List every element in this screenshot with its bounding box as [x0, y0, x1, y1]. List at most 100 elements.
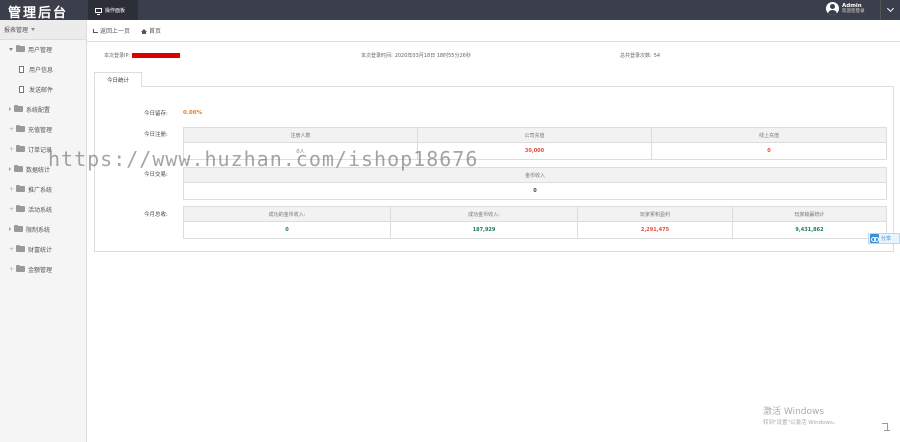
register-value: 0	[767, 148, 771, 154]
trade-value: 0	[533, 188, 537, 194]
folder-icon	[14, 164, 23, 172]
rate-value: 0.00%	[183, 110, 203, 116]
brand-logo: 管理后台	[8, 6, 69, 21]
sidebar-item-label: 推广系统	[28, 186, 53, 194]
folder-icon	[16, 244, 25, 252]
sidebar-item-label: 用户信息	[29, 66, 54, 74]
document-icon	[19, 85, 24, 93]
trade-label: 今日交易:	[144, 172, 168, 178]
month-header: 成功的金币收入:	[184, 207, 390, 222]
sidebar-item-system-config[interactable]: 系统配置	[0, 100, 86, 118]
sidebar-item-promotion[interactable]: + 推广系统	[0, 180, 86, 198]
caret-down-icon	[9, 47, 13, 51]
folder-icon	[16, 184, 25, 192]
monitor-icon	[95, 7, 102, 15]
rate-label: 今日留存:	[144, 111, 168, 117]
caret-down-icon	[31, 28, 36, 31]
sidebar-item-recharge[interactable]: + 充值管理	[0, 120, 86, 138]
document-icon	[19, 65, 24, 73]
sidebar: 报表管理 用户管理 用户信息 发送邮件 系统配置 + 充值管理 + 订单记录 数…	[0, 20, 87, 442]
share-button[interactable]: 分享	[868, 233, 900, 244]
back-link[interactable]: 返回上一页	[93, 26, 130, 35]
breadcrumb: 返回上一页 首页	[87, 20, 900, 42]
plus-icon: +	[9, 205, 15, 213]
month-header: 玩家累积盈利	[578, 207, 732, 222]
sidebar-item-label: 发送邮件	[29, 86, 54, 94]
folder-icon	[16, 264, 25, 272]
watermark-text: https://www.huzhan.com/ishop18676	[48, 147, 479, 171]
sidebar-item-wealth[interactable]: + 财富统计	[0, 240, 86, 258]
sidebar-item-label: 系统配置	[26, 106, 51, 114]
user-menu[interactable]: Admin 欢迎您登录	[826, 2, 865, 15]
sidebar-item-restriction[interactable]: 限制系统	[0, 220, 86, 238]
folder-icon	[16, 124, 25, 132]
windows-activation-notice: 激活 Windows 转到"设置"以激活 Windows。	[763, 407, 838, 429]
nav-tab-dashboard[interactable]: 操作面板	[88, 0, 138, 20]
month-value: 9,431,862	[795, 227, 824, 233]
sidebar-item-label: 用户管理	[28, 46, 53, 54]
chevron-down-icon	[886, 4, 895, 13]
plus-icon: +	[9, 245, 15, 253]
sidebar-item-label: 数据统计	[26, 166, 51, 174]
share-icon	[870, 234, 879, 243]
home-link[interactable]: 首页	[141, 26, 161, 35]
home-icon	[141, 29, 148, 34]
register-header: 注册人数	[184, 128, 417, 143]
top-bar: 管理后台 操作面板 Admin 欢迎您登录	[0, 0, 900, 21]
sidebar-item-send-mail[interactable]: 发送邮件	[0, 80, 86, 98]
month-value: 187,929	[472, 227, 496, 233]
sidebar-head-label: 报表管理	[4, 27, 29, 34]
sidebar-item-label: 活动系统	[28, 206, 53, 214]
resize-corner-icon	[882, 423, 890, 431]
trade-grid: 金币收入 0	[183, 167, 887, 200]
sidebar-item-label: 限制系统	[26, 226, 51, 234]
month-grid: 成功的金币收入: 0 成功金币收入: 187,929 玩家累积盈利 2,291,…	[183, 206, 887, 239]
user-avatar-icon	[826, 2, 839, 15]
login-time-value: 2020年03月18日 18时55分26秒	[394, 53, 471, 59]
share-button-label: 分享	[881, 236, 892, 242]
home-link-label: 首页	[149, 28, 162, 35]
activation-title: 激活 Windows	[763, 407, 825, 417]
activation-subtitle: 转到"设置"以激活 Windows。	[763, 420, 839, 426]
user-dropdown-toggle[interactable]	[880, 0, 900, 20]
sidebar-item-amount[interactable]: + 金额管理	[0, 260, 86, 278]
month-label: 今月总收:	[144, 212, 168, 218]
month-header: 成功金币收入:	[391, 207, 577, 222]
folder-icon	[14, 104, 23, 112]
login-count-label: 总共登录次数:	[620, 53, 652, 59]
sidebar-head[interactable]: 报表管理	[0, 20, 86, 40]
sidebar-item-label: 财富统计	[28, 246, 53, 254]
caret-right-icon	[9, 167, 11, 171]
login-count-value: 54	[653, 52, 661, 59]
login-time-label: 本次登录时间:	[361, 53, 393, 59]
plus-icon: +	[9, 145, 15, 153]
login-count: 总共登录次数: 54	[620, 52, 661, 60]
folder-icon	[16, 44, 25, 52]
login-ip-label: 本次登录IP:	[104, 53, 131, 59]
register-header: 公司充值	[418, 128, 651, 143]
plus-icon: +	[9, 265, 15, 273]
login-ip: 本次登录IP:	[104, 52, 181, 59]
tab-today-stats[interactable]: 今日统计	[94, 72, 142, 87]
sidebar-item-user-management[interactable]: 用户管理	[0, 40, 86, 58]
nav-tab-label: 操作面板	[105, 7, 126, 14]
folder-icon	[16, 204, 25, 212]
register-label: 今日注册:	[144, 132, 168, 138]
login-ip-redacted	[132, 53, 181, 58]
plus-icon: +	[9, 125, 15, 133]
folder-icon	[16, 144, 25, 152]
sidebar-item-label: 金额管理	[28, 266, 53, 274]
caret-right-icon	[9, 227, 11, 231]
user-subtitle: 欢迎您登录	[842, 8, 865, 14]
folder-icon	[14, 224, 23, 232]
plus-icon: +	[9, 185, 15, 193]
sidebar-item-activity[interactable]: + 活动系统	[0, 200, 86, 218]
sidebar-item-user-info[interactable]: 用户信息	[0, 60, 86, 78]
month-header: 玩家输赢统计	[733, 207, 886, 222]
sidebar-item-label: 充值管理	[28, 126, 53, 134]
login-time: 本次登录时间: 2020年03月18日 18时55分26秒	[361, 52, 471, 59]
back-link-label: 返回上一页	[100, 28, 131, 35]
caret-right-icon	[9, 107, 11, 111]
user-name: Admin	[842, 2, 862, 9]
back-arrow-icon	[93, 28, 98, 33]
